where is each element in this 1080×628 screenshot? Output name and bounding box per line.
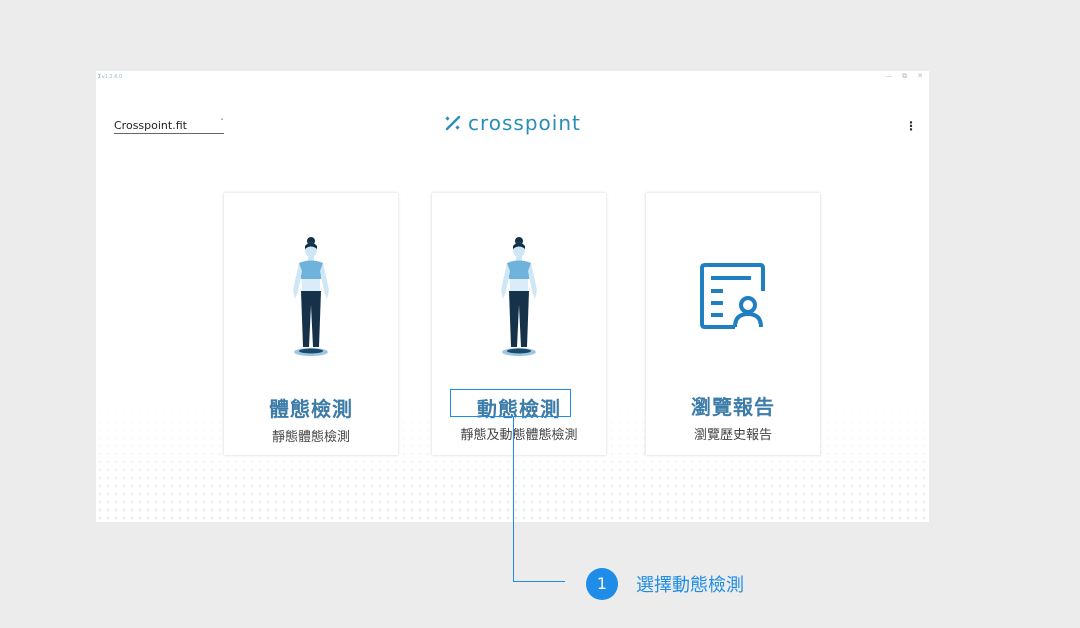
window-controls: — ⧉ ✕ xyxy=(885,72,923,81)
account-dropdown[interactable]: Crosspoint.fit ˇ xyxy=(114,118,224,134)
callout-line-horizontal xyxy=(513,581,565,582)
chevron-down-icon: ˇ xyxy=(220,118,224,127)
minimize-button[interactable]: — xyxy=(885,72,892,81)
more-menu-icon[interactable]: ⋮ xyxy=(905,119,917,133)
card-title: 體態檢測 xyxy=(269,397,353,421)
figure-female-dark-pants-icon xyxy=(432,235,606,359)
card-subtitle: 靜態及動態體態檢測 xyxy=(460,428,578,443)
restore-button[interactable]: ⧉ xyxy=(902,72,907,81)
step-instruction-text: 選擇動態檢測 xyxy=(636,575,744,596)
close-button[interactable]: ✕ xyxy=(917,72,923,81)
logo-text: crosspoint xyxy=(468,111,581,135)
step-number-badge: 1 xyxy=(586,568,618,600)
card-title: 瀏覽報告 xyxy=(691,395,775,419)
version-label: ⁒ v1.2.6.0 xyxy=(98,73,122,80)
card-subtitle: 靜態體態檢測 xyxy=(271,430,350,445)
app-logo-small-icon: ⁒ xyxy=(98,73,101,80)
figure-female-icon xyxy=(224,235,398,359)
card-posture-check[interactable]: 體態檢測 靜態體態檢測 xyxy=(224,193,398,455)
account-name: Crosspoint.fit xyxy=(114,119,187,132)
callout-line-vertical xyxy=(513,416,514,582)
crosspoint-logo: crosspoint xyxy=(444,111,581,135)
report-user-icon xyxy=(646,263,820,387)
crosspoint-logo-icon xyxy=(445,115,461,131)
version-text: v1.2.6.0 xyxy=(101,73,123,80)
card-subtitle: 瀏覽歷史報告 xyxy=(693,428,772,443)
highlight-box xyxy=(450,389,571,417)
card-view-reports[interactable]: 瀏覽報告 瀏覽歷史報告 xyxy=(646,193,820,455)
title-bar: ⁒ v1.2.6.0 — ⧉ ✕ xyxy=(96,71,929,83)
